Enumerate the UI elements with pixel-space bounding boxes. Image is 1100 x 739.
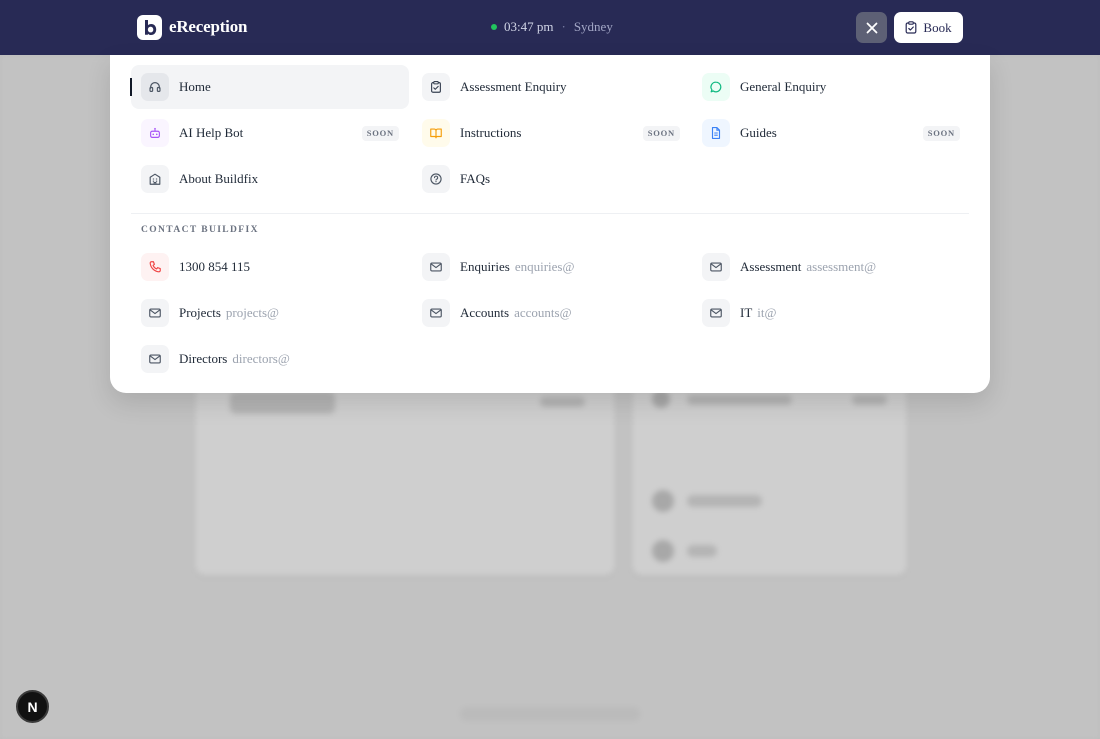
bg-pill — [230, 392, 335, 414]
menu-item-label: Home — [179, 79, 211, 94]
contact-label: IT — [740, 305, 753, 320]
bg-footer-line — [460, 707, 640, 721]
menu-item-general-enquiry[interactable]: General Enquiry — [692, 65, 970, 109]
menu-item-label: Instructions — [460, 125, 522, 140]
bg-line — [687, 545, 717, 557]
top-nav-bar: eReception 03:47 pm · Sydney Book — [0, 0, 1100, 55]
current-time: 03:47 pm — [504, 19, 554, 34]
mail-icon — [141, 345, 169, 373]
menu-item-label: General Enquiry — [740, 79, 827, 94]
contact-label: 1300 854 115 — [179, 259, 251, 274]
menu-item-ai-help-bot[interactable]: AI Help Bot SOON — [131, 111, 409, 155]
contact-email: assessment@ — [806, 259, 877, 274]
contact-it[interactable]: IT it@ — [692, 291, 970, 335]
separator: · — [561, 19, 566, 34]
menu-item-instructions[interactable]: Instructions SOON — [412, 111, 690, 155]
headset-icon — [141, 73, 169, 101]
clipboard-check-icon — [422, 73, 450, 101]
menu-item-label: AI Help Bot — [179, 125, 244, 140]
building-icon — [141, 165, 169, 193]
soon-badge: SOON — [361, 126, 399, 141]
section-divider — [131, 213, 969, 214]
contact-phone[interactable]: 1300 854 115 — [131, 245, 409, 289]
contact-email: enquiries@ — [514, 259, 575, 274]
open-book-icon — [422, 119, 450, 147]
menu-item-label: Guides — [740, 125, 777, 140]
bg-line — [852, 395, 887, 405]
mail-icon — [422, 253, 450, 281]
menu-item-home[interactable]: Home — [130, 65, 409, 109]
book-button[interactable]: Book — [894, 12, 963, 43]
menu-item-faqs[interactable]: FAQs — [412, 157, 690, 201]
contact-label: Projects — [179, 305, 221, 320]
book-button-label: Book — [923, 19, 952, 35]
contact-enquiries[interactable]: Enquiries enquiries@ — [412, 245, 690, 289]
bot-icon — [141, 119, 169, 147]
live-status-dot — [491, 24, 497, 30]
menu-item-label: Assessment Enquiry — [460, 79, 567, 94]
brand-logo[interactable] — [137, 15, 162, 40]
phone-icon — [141, 253, 169, 281]
soon-badge: SOON — [642, 126, 680, 141]
soon-badge: SOON — [922, 126, 960, 141]
contact-email: directors@ — [232, 351, 290, 366]
mail-icon — [702, 299, 730, 327]
contact-label: Directors — [179, 351, 228, 366]
contact-label: Enquiries — [460, 259, 510, 274]
menu-item-label: About Buildfix — [179, 171, 259, 186]
mail-icon — [141, 299, 169, 327]
bg-dot — [652, 540, 674, 562]
mail-icon — [702, 253, 730, 281]
city-name: Sydney — [573, 19, 613, 34]
bg-line — [687, 395, 792, 405]
document-icon — [702, 119, 730, 147]
menu-item-label: FAQs — [460, 171, 491, 186]
contact-label: Assessment — [740, 259, 802, 274]
bg-dot — [652, 490, 674, 512]
menu-item-guides[interactable]: Guides SOON — [692, 111, 970, 155]
active-indicator — [130, 78, 132, 96]
mail-icon — [422, 299, 450, 327]
navigation-dropdown: Home Assessment Enquiry General Enquiry … — [110, 55, 990, 393]
menu-item-assessment-enquiry[interactable]: Assessment Enquiry — [412, 65, 690, 109]
menu-item-about-buildfix[interactable]: About Buildfix — [131, 157, 409, 201]
help-circle-icon — [422, 165, 450, 193]
contact-label: Accounts — [460, 305, 510, 320]
contact-directors[interactable]: Directors directors@ — [131, 337, 409, 381]
chat-bubble-icon — [702, 73, 730, 101]
close-menu-button[interactable] — [856, 12, 887, 43]
brand-name[interactable]: eReception — [169, 17, 247, 37]
clipboard-check-icon — [906, 21, 917, 34]
contact-assessment[interactable]: Assessment assessment@ — [692, 245, 970, 289]
contact-accounts[interactable]: Accounts accounts@ — [412, 291, 690, 335]
contact-projects[interactable]: Projects projects@ — [131, 291, 409, 335]
bg-line — [687, 495, 762, 507]
clock: 03:47 pm · Sydney — [491, 18, 613, 36]
close-icon — [866, 22, 877, 33]
contact-email: accounts@ — [514, 305, 572, 320]
b-logo-icon — [145, 20, 157, 35]
contact-email: projects@ — [225, 305, 280, 320]
contact-section-title: CONTACT BUILDFIX — [141, 225, 259, 235]
contact-email: it@ — [757, 305, 777, 320]
bg-line — [540, 397, 585, 407]
devtools-badge[interactable]: N — [16, 690, 49, 723]
